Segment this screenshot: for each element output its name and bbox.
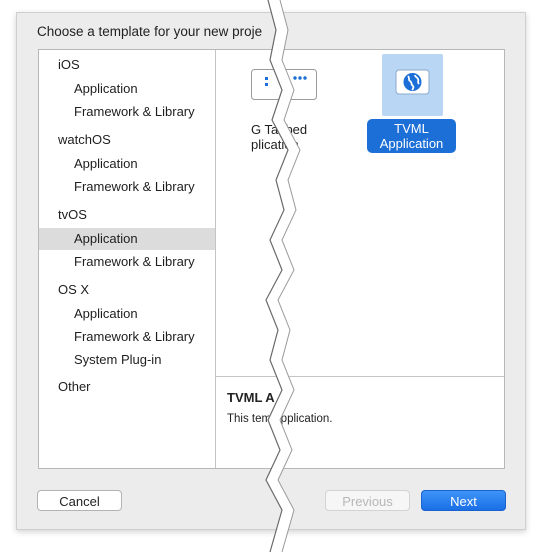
tabbed-template-label: G Tabbed plication: [251, 122, 331, 152]
sidebar-heading-tvos: tvOS: [58, 207, 87, 222]
description-text: This tem application.: [227, 413, 333, 425]
sidebar-item-watchos-framework-library[interactable]: Framework & Library: [39, 176, 215, 198]
template-description: TVML A This tem application.: [216, 376, 504, 468]
sidebar-item-osx-system-plugin[interactable]: System Plug-in: [39, 349, 215, 371]
sidebar-item-other[interactable]: Other: [39, 376, 215, 398]
cancel-button[interactable]: Cancel: [37, 490, 122, 511]
tvml-icon-highlight: [382, 54, 443, 116]
template-main-area: G Tabbed plication TVML Application TVML…: [216, 50, 504, 468]
template-chooser-dialog: Choose a template for your new proje iOS…: [16, 12, 526, 530]
sidebar-item-watchos-application[interactable]: Application: [39, 153, 215, 175]
sidebar-item-ios-application[interactable]: Application: [39, 78, 215, 100]
previous-button[interactable]: Previous: [325, 490, 410, 511]
template-tabbed-application[interactable]: G Tabbed plication: [216, 50, 366, 170]
sidebar-item-tvos-framework-library[interactable]: Framework & Library: [39, 251, 215, 273]
template-content-panel: iOS Application Framework & Library watc…: [38, 49, 505, 469]
template-tvml-application[interactable]: TVML Application: [366, 50, 466, 170]
tvml-label-line2: Application: [379, 136, 444, 151]
sidebar-heading-osx: OS X: [58, 282, 90, 297]
sidebar-heading-watchos: watchOS: [58, 132, 111, 147]
sidebar-item-tvos-application[interactable]: Application: [39, 228, 215, 250]
globe-icon: [395, 69, 430, 95]
sidebar-item-osx-framework-library[interactable]: Framework & Library: [39, 326, 215, 348]
sidebar-heading-ios: iOS: [58, 57, 80, 72]
next-button[interactable]: Next: [421, 490, 506, 511]
tvml-template-label: TVML Application: [367, 119, 456, 153]
tabbed-label-line2: plication: [251, 137, 299, 152]
sidebar-item-ios-framework-library[interactable]: Framework & Library: [39, 101, 215, 123]
platform-sidebar: iOS Application Framework & Library watc…: [39, 50, 216, 468]
tabbed-label-line1: G Tabbed: [251, 122, 308, 137]
sidebar-item-osx-application[interactable]: Application: [39, 303, 215, 325]
tvml-label-line1: TVML: [394, 121, 429, 136]
tabbed-icon: [251, 69, 317, 100]
template-grid: G Tabbed plication TVML Application: [216, 50, 504, 376]
dialog-title: Choose a template for your new proje: [37, 24, 263, 39]
description-title: TVML A: [227, 390, 275, 405]
